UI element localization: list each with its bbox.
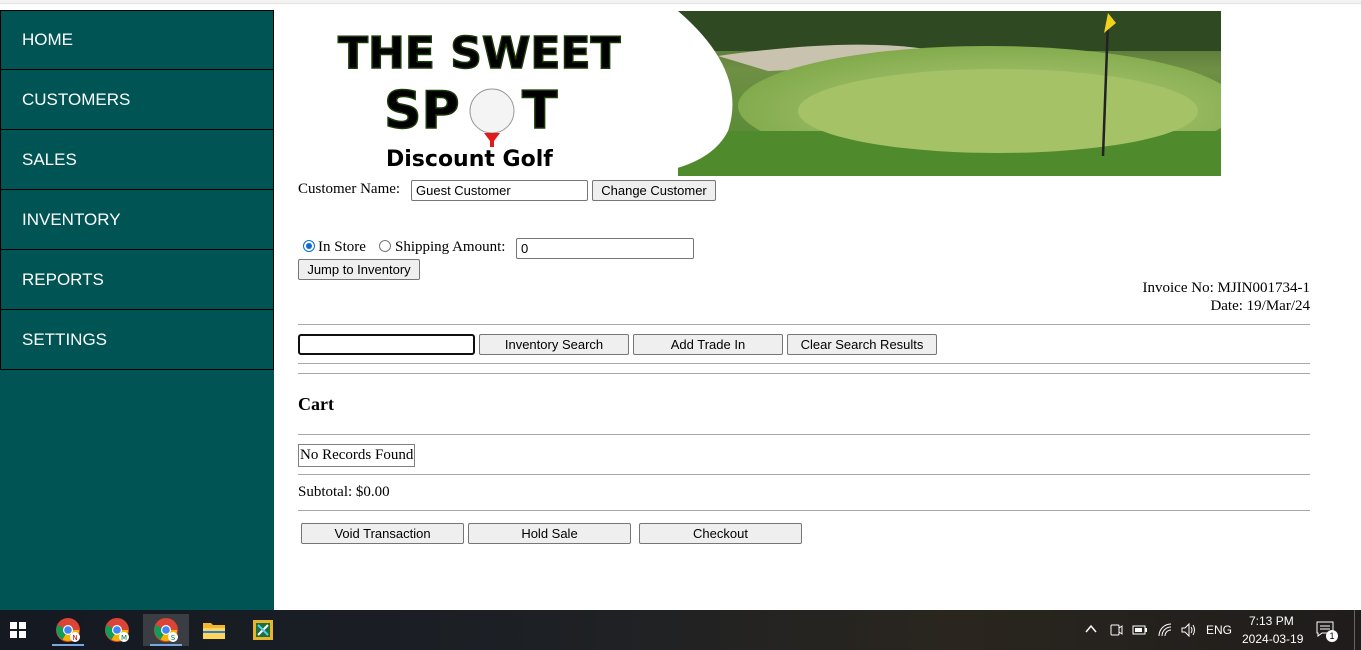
customer-name-field[interactable]: Guest Customer bbox=[411, 180, 588, 201]
customer-name-label: Customer Name: bbox=[298, 181, 401, 197]
shipping-radio[interactable] bbox=[379, 240, 391, 252]
divider bbox=[298, 510, 1310, 511]
chrome-icon: S bbox=[154, 618, 178, 642]
hold-sale-button[interactable]: Hold Sale bbox=[468, 523, 631, 544]
inventory-search-button[interactable]: Inventory Search bbox=[479, 334, 629, 355]
add-trade-in-label: Add Trade In bbox=[670, 337, 746, 352]
banner-title-sp: SP bbox=[384, 81, 460, 141]
invoice-number: Invoice No: MJIN001734-1 bbox=[1142, 280, 1310, 296]
notification-count-badge: 1 bbox=[1326, 630, 1338, 642]
nav-item-reports[interactable]: REPORTS bbox=[0, 250, 274, 310]
folder-icon bbox=[203, 623, 225, 639]
clear-search-results-label: Clear Search Results bbox=[800, 337, 924, 352]
nav-label: HOME bbox=[22, 30, 73, 49]
language-indicator[interactable]: ENG bbox=[1206, 623, 1232, 637]
void-transaction-label: Void Transaction bbox=[334, 526, 431, 541]
battery-icon[interactable] bbox=[1132, 624, 1148, 636]
nav-item-settings[interactable]: SETTINGS bbox=[0, 310, 274, 370]
add-trade-in-button[interactable]: Add Trade In bbox=[633, 334, 783, 355]
inventory-search-input[interactable] bbox=[298, 334, 475, 355]
customer-name-value: Guest Customer bbox=[416, 183, 511, 198]
taskbar-file-explorer[interactable] bbox=[192, 614, 236, 646]
show-desktop-button[interactable] bbox=[1354, 610, 1355, 650]
chrome-profile-badge: M bbox=[121, 634, 127, 642]
volume-icon[interactable] bbox=[1180, 622, 1196, 638]
change-customer-label: Change Customer bbox=[601, 183, 707, 198]
nav-item-inventory[interactable]: INVENTORY bbox=[0, 190, 274, 250]
windows-icon bbox=[10, 622, 26, 638]
wifi-icon[interactable] bbox=[1157, 622, 1173, 638]
cart-subtotal: Subtotal: $0.00 bbox=[298, 484, 390, 500]
nav-label: CUSTOMERS bbox=[22, 89, 131, 109]
banner-subtitle: Discount Golf bbox=[386, 147, 553, 172]
running-indicator bbox=[52, 644, 84, 646]
cart-empty-message: No Records Found bbox=[298, 444, 416, 467]
void-transaction-button[interactable]: Void Transaction bbox=[301, 523, 464, 544]
nav-label: SETTINGS bbox=[22, 329, 108, 349]
divider bbox=[298, 363, 1310, 364]
cart-heading: Cart bbox=[298, 394, 334, 414]
in-store-radio[interactable] bbox=[303, 240, 315, 252]
divider bbox=[298, 373, 1310, 374]
shipping-amount-field[interactable]: 0 bbox=[516, 238, 694, 259]
taskbar: N M S ENG 7:13 PM 2024-03-19 1 bbox=[0, 610, 1361, 650]
nav-label: REPORTS bbox=[22, 269, 104, 289]
nav-label: SALES bbox=[22, 149, 77, 169]
checkout-label: Checkout bbox=[693, 526, 748, 541]
banner-image: THE SWEET SP T Discount Golf bbox=[298, 11, 1221, 176]
hold-sale-label: Hold Sale bbox=[521, 526, 578, 541]
clear-search-results-button[interactable]: Clear Search Results bbox=[787, 334, 937, 355]
chrome-icon: N bbox=[56, 618, 80, 642]
invoice-date: Date: 19/Mar/24 bbox=[1210, 298, 1310, 314]
change-customer-button[interactable]: Change Customer bbox=[592, 180, 716, 201]
checkout-button[interactable]: Checkout bbox=[639, 523, 802, 544]
nav-label: INVENTORY bbox=[22, 209, 121, 229]
clock-time[interactable]: 7:13 PM bbox=[1249, 614, 1294, 628]
browser-top-edge bbox=[0, 0, 1361, 4]
banner-title-t: T bbox=[522, 81, 558, 141]
meet-now-icon[interactable] bbox=[1109, 622, 1123, 638]
in-store-label: In Store bbox=[318, 239, 366, 255]
chevron-up-icon[interactable] bbox=[1085, 624, 1097, 634]
taskbar-chrome-s[interactable]: S bbox=[143, 614, 189, 646]
divider bbox=[298, 434, 1310, 435]
nav-item-home[interactable]: HOME bbox=[0, 10, 274, 70]
jump-to-inventory-label: Jump to Inventory bbox=[307, 262, 411, 277]
shipping-amount-label: Shipping Amount: bbox=[395, 239, 506, 255]
shipping-amount-value: 0 bbox=[521, 241, 529, 256]
notifications-button[interactable]: 1 bbox=[1316, 620, 1338, 642]
store-banner: THE SWEET SP T Discount Golf bbox=[298, 11, 1221, 176]
divider bbox=[298, 474, 1310, 475]
banner-title-line1: THE SWEET bbox=[338, 28, 621, 79]
taskbar-chrome-n[interactable]: N bbox=[46, 614, 90, 646]
sidebar: HOME CUSTOMERS SALES INVENTORY REPORTS S… bbox=[0, 10, 274, 610]
tools-app-icon bbox=[253, 620, 273, 640]
taskbar-app[interactable] bbox=[241, 614, 285, 646]
start-button[interactable] bbox=[0, 614, 36, 646]
divider bbox=[298, 324, 1310, 325]
nav-item-customers[interactable]: CUSTOMERS bbox=[0, 70, 274, 130]
chrome-icon: M bbox=[105, 618, 129, 642]
nav-item-sales[interactable]: SALES bbox=[0, 130, 274, 190]
chrome-profile-badge: S bbox=[171, 634, 176, 642]
inventory-search-label: Inventory Search bbox=[504, 337, 604, 352]
taskbar-chrome-m[interactable]: M bbox=[95, 614, 139, 646]
chrome-profile-badge: N bbox=[72, 634, 77, 642]
clock-date[interactable]: 2024-03-19 bbox=[1242, 632, 1303, 646]
active-indicator bbox=[150, 644, 182, 646]
golf-ball-icon bbox=[469, 88, 515, 134]
jump-to-inventory-button[interactable]: Jump to Inventory bbox=[298, 259, 420, 280]
